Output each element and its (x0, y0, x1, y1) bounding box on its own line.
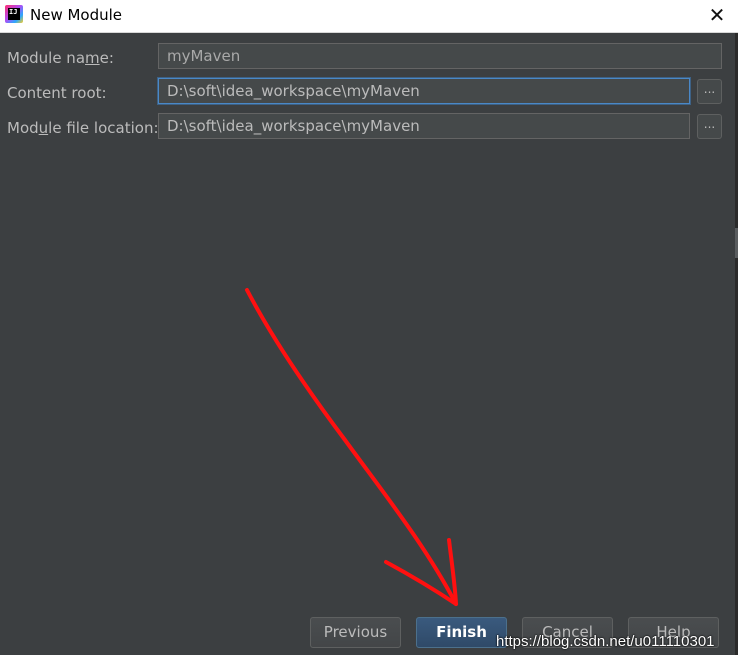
module-file-location-browse-button[interactable]: ... (697, 114, 722, 139)
window-bottom-edge (0, 655, 738, 661)
title-bar: IJ New Module ✕ (0, 0, 738, 33)
content-root-label: Content root: (7, 84, 107, 102)
content-root-input[interactable]: D:\soft\idea_workspace\myMaven (158, 78, 690, 104)
module-name-label-mnemonic: m (85, 49, 100, 67)
intellij-app-icon: IJ (5, 5, 23, 23)
module-file-location-label-mnemonic: u (38, 119, 49, 137)
finish-button[interactable]: Finish (416, 617, 507, 648)
close-icon[interactable]: ✕ (706, 4, 728, 26)
content-root-browse-button[interactable]: ... (697, 79, 722, 104)
module-name-label: Module name: (7, 49, 114, 67)
module-name-label-post: e: (99, 49, 114, 67)
module-file-location-input[interactable]: D:\soft\idea_workspace\myMaven (158, 113, 690, 139)
module-name-input[interactable]: myMaven (158, 43, 722, 69)
module-file-location-label-pre: Mod (7, 119, 39, 137)
module-name-label-pre: Module na (7, 49, 86, 67)
watermark-text: https://blog.csdn.net/u011110301 (496, 633, 715, 650)
window-title: New Module (30, 6, 123, 24)
module-file-location-label: Module file location: (7, 119, 159, 137)
module-file-location-label-post: le file location: (48, 119, 159, 137)
previous-button[interactable]: Previous (310, 617, 401, 648)
app-icon-glyph: IJ (8, 8, 20, 20)
